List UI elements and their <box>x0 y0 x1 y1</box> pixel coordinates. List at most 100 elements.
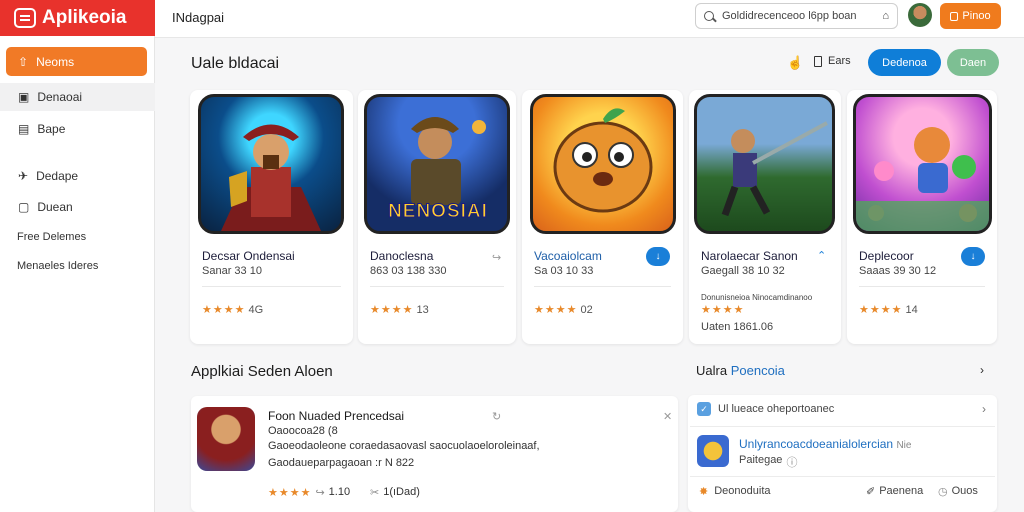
featured-app-desc-1: Gaoeodaoleone coraedasaovasl saocuolaoel… <box>268 440 540 452</box>
pirate-figure <box>221 124 321 231</box>
like-control[interactable]: ☝ <box>787 55 803 71</box>
thumbs-up-icon: ☝ <box>787 55 804 70</box>
secondary-button[interactable]: Daen <box>947 49 999 76</box>
chevron-right-icon[interactable]: › <box>980 363 984 377</box>
sidebar-item-3[interactable]: ▤ Bape <box>6 114 147 143</box>
star-icon: ✸ <box>699 486 709 498</box>
game-rating: ★★★★ 4G <box>202 303 264 317</box>
chevron-up-icon[interactable]: ⌃ <box>817 249 826 262</box>
game-card[interactable]: NENOSIAI Danoclesna ↪ 863 03 138 330 ★★★… <box>358 90 516 344</box>
rating-stars: ★★★★ <box>859 304 903 316</box>
game-title[interactable]: Deplecoor <box>859 249 914 263</box>
sidebar-item-label: Denaoai <box>37 89 83 104</box>
game-rating: ★★★★ 14 <box>859 303 918 317</box>
pen-icon: ✐ <box>866 486 876 498</box>
plane-icon: ✈ <box>18 168 29 183</box>
search-icon <box>704 11 717 23</box>
list-app-icon[interactable] <box>697 435 729 467</box>
game-art-creature <box>530 94 676 234</box>
chevron-right-icon[interactable]: › <box>982 402 986 416</box>
tag-icon: ✂ <box>370 487 380 499</box>
breadcrumb[interactable]: INdagpai <box>172 10 224 25</box>
primary-button[interactable]: Dedenoa <box>868 49 941 76</box>
search-input[interactable]: Goldidrecenceoo l6pp boan ⌂ <box>695 3 898 29</box>
game-subtitle: Gaegall 38 10 32 <box>701 265 785 277</box>
header-action-button[interactable]: Pinoo <box>940 3 1001 29</box>
right-row-1[interactable]: Ul lueace oheportoanec <box>718 403 834 415</box>
featured-app-downloads: ✂ 1(ıDad) <box>370 486 420 499</box>
featured-app-meta: Oaoocoa28 (8 <box>268 425 338 437</box>
game-art-fighter <box>694 94 835 234</box>
divider <box>370 286 504 287</box>
clock-icon: ◷ <box>938 486 948 498</box>
logo-text: Aplikeoia <box>42 7 127 28</box>
game-card[interactable]: Vacoaiolcam ↓ Sa 03 10 33 ★★★★ 02 <box>522 90 683 344</box>
download-icon: ↓ <box>655 251 661 262</box>
avatar[interactable] <box>908 3 932 27</box>
divider <box>202 286 341 287</box>
sidebar-item-label: Neoms <box>36 54 75 69</box>
box-icon: ▢ <box>18 199 30 214</box>
sidebar-item-label: Bape <box>37 121 66 136</box>
bag-icon <box>950 11 959 21</box>
divider <box>690 426 995 427</box>
game-subtitle: Sanar 33 10 <box>202 265 262 277</box>
game-banner: NENOSIAI <box>388 201 488 223</box>
row-2-title-text: Unlyrancoacdoeanialolercian <box>739 437 894 451</box>
game-card[interactable]: Narolaecar Sanon ⌃ Gaegall 38 10 32 Donu… <box>689 90 841 344</box>
sidebar-link-free[interactable]: Free Delemes <box>17 231 86 243</box>
page-icon: ▤ <box>18 121 30 136</box>
download-icon: ↓ <box>970 251 976 262</box>
sidebar <box>0 0 155 512</box>
right-footer-right[interactable]: ◷ Ouos <box>938 485 978 498</box>
close-icon[interactable]: ✕ <box>663 410 672 423</box>
rating-stars: ★★★★ <box>534 304 578 316</box>
header-action-label: Pinoo <box>962 10 991 22</box>
refresh-icon[interactable]: ↻ <box>492 410 501 423</box>
creature-figure <box>553 108 653 213</box>
rating-stars: ★★★★ <box>701 304 745 316</box>
footer-left-label: Deonoduita <box>714 485 771 497</box>
search-placeholder: Goldidrecenceoo l6pp boan <box>722 10 857 22</box>
bell-icon[interactable]: ⌂ <box>882 10 889 22</box>
game-title[interactable]: Vacoaiolcam <box>534 249 602 263</box>
game-art-party <box>853 94 992 234</box>
sidebar-item-label: Dedape <box>36 168 79 183</box>
share-icon[interactable]: ↪ <box>492 251 501 264</box>
game-title[interactable]: Danoclesna <box>370 249 433 263</box>
sidebar-item-2[interactable]: ▣ Denaoai <box>6 82 147 111</box>
featured-app-icon[interactable] <box>197 407 255 471</box>
featured-app-rating: ★★★★ ↪ 1.10 <box>268 486 350 499</box>
divider <box>690 476 995 477</box>
right-footer-mid[interactable]: ✐ Paenena <box>866 485 923 498</box>
sidebar-item-5[interactable]: ▢ Duean <box>6 192 147 221</box>
divider <box>859 286 985 287</box>
game-title[interactable]: Decsar Ondensai <box>202 249 295 263</box>
game-card[interactable]: Decsar Ondensai Sanar 33 10 ★★★★ 4G <box>190 90 353 344</box>
right-row-2-title[interactable]: Unlyrancoacdoeanialolercian Nie <box>739 437 911 451</box>
sidebar-link-members[interactable]: Menaeles Ideres <box>17 260 98 272</box>
sidebar-item-label: Duean <box>37 199 73 214</box>
game-subtitle: Saaas 39 30 12 <box>859 265 937 277</box>
sidebar-item-4[interactable]: ✈ Dedape <box>6 161 147 190</box>
game-card[interactable]: Deplecoor ↓ Saaas 39 30 12 ★★★★ 14 <box>847 90 997 344</box>
featured-app-desc-2: Gaodaueparpagaoan :r N 822 <box>268 457 415 469</box>
featured-app-card[interactable] <box>191 396 678 512</box>
download-button[interactable]: ↓ <box>646 247 670 266</box>
game-extra-2: Uaten 1861.06 <box>701 321 774 333</box>
section-title: Uale bldacai <box>191 55 280 72</box>
right-panel-title: Ualra Poencoia <box>696 363 785 378</box>
info-icon: ⓘ <box>786 457 798 469</box>
filter-control[interactable]: Ears <box>814 55 851 67</box>
sidebar-item-home[interactable]: ⇧ Neoms <box>6 47 147 76</box>
app-logo[interactable]: Aplikeoia <box>0 0 155 36</box>
game-title[interactable]: Narolaecar Sanon <box>701 249 798 263</box>
download-button[interactable]: ↓ <box>961 247 985 266</box>
game-subtitle: 863 03 138 330 <box>370 265 447 277</box>
home-icon: ⇧ <box>18 54 29 69</box>
rating-stars: ★★★★ <box>268 487 312 499</box>
game-art-warrior: NENOSIAI <box>364 94 510 234</box>
rating-value: 4G <box>248 303 264 316</box>
right-footer-left[interactable]: ✸ Deonoduita <box>699 485 771 498</box>
featured-app-title[interactable]: Foon Nuaded Prencedsai <box>268 409 404 423</box>
